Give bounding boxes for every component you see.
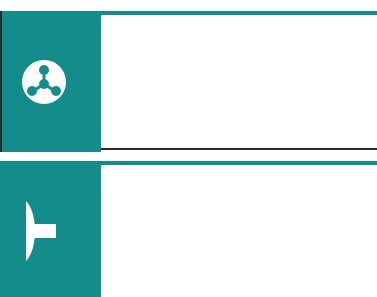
panel-valve-icon-tile [0, 161, 101, 297]
panel-network[interactable] [0, 11, 377, 152]
panel-valve[interactable] [0, 161, 377, 297]
panel-network-content[interactable] [101, 15, 377, 148]
network-node-icon [21, 59, 66, 104]
panel-valve-content[interactable] [101, 165, 377, 297]
page [0, 0, 377, 297]
panel-network-icon-tile [0, 11, 101, 152]
valve-outlet-icon [25, 201, 56, 261]
